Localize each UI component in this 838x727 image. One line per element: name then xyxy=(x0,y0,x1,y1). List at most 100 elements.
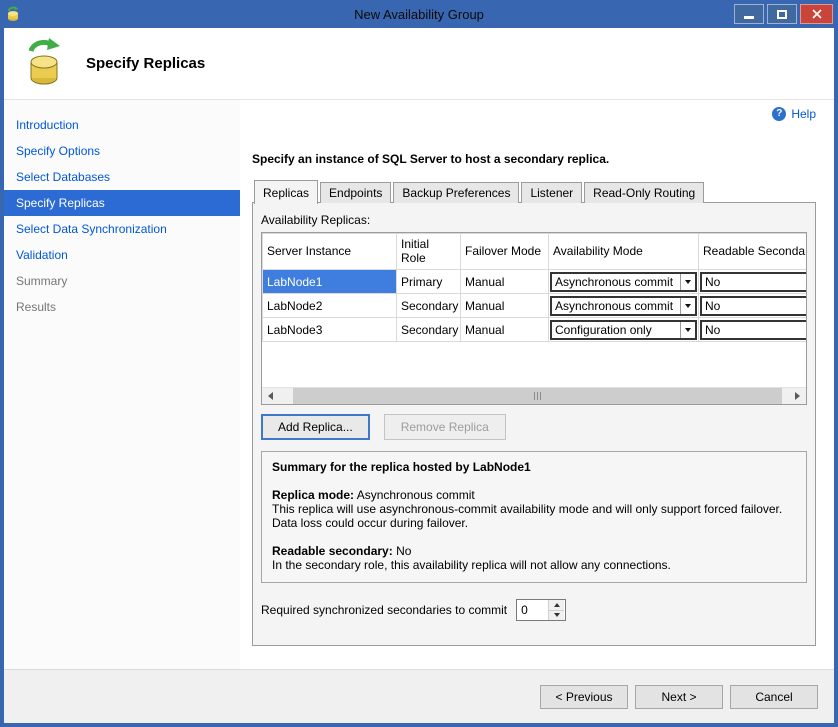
grid-viewport: Server Instance Initial Role Failover Mo… xyxy=(262,233,806,387)
cell-initial-role[interactable]: Secondary xyxy=(397,294,461,318)
column-header-failover-mode[interactable]: Failover Mode xyxy=(461,234,549,270)
minimize-icon xyxy=(744,16,754,19)
window-frame: Specify Replicas Introduction Specify Op… xyxy=(0,28,838,727)
readable-secondary-line: Readable secondary: No xyxy=(272,544,796,558)
availability-group-icon xyxy=(5,5,23,23)
spinner-buttons xyxy=(548,600,564,620)
page-title: Specify Replicas xyxy=(86,55,205,72)
cell-initial-role[interactable]: Primary xyxy=(397,270,461,294)
sidebar-item-specify-options[interactable]: Specify Options xyxy=(4,138,240,164)
sidebar-item-introduction[interactable]: Introduction xyxy=(4,112,240,138)
replica-mode-value: Asynchronous commit xyxy=(357,488,475,502)
table-row: LabNode1 Primary Manual Asynchronous com… xyxy=(263,270,807,294)
column-header-availability-mode[interactable]: Availability Mode xyxy=(549,234,699,270)
new-availability-group-window: New Availability Group xyxy=(0,0,838,727)
cell-availability-mode: Asynchronous commit xyxy=(549,294,699,318)
scroll-left-button[interactable] xyxy=(262,388,279,404)
wizard-header: Specify Replicas xyxy=(4,28,834,100)
tab-strip: Replicas Endpoints Backup Preferences Li… xyxy=(252,180,816,203)
readable-secondary-label: Readable secondary: xyxy=(272,544,393,558)
cell-readable-secondary: No xyxy=(699,294,807,318)
required-secondaries-spinner xyxy=(516,599,566,621)
replica-mode-description: This replica will use asynchronous-commi… xyxy=(272,502,796,530)
column-header-server-instance[interactable]: Server Instance xyxy=(263,234,397,270)
maximize-button[interactable] xyxy=(767,4,797,24)
window-title: New Availability Group xyxy=(0,7,838,22)
column-header-readable-secondary[interactable]: Readable Secondary xyxy=(699,234,807,270)
cell-readable-secondary: No xyxy=(699,318,807,342)
chevron-down-icon[interactable] xyxy=(680,322,695,338)
readable-secondary-description: In the secondary role, this availability… xyxy=(272,558,796,572)
cell-initial-role[interactable]: Secondary xyxy=(397,318,461,342)
tab-listener[interactable]: Listener xyxy=(521,182,582,203)
main-content: ?Help Specify an instance of SQL Server … xyxy=(240,100,834,669)
tab-backup-preferences[interactable]: Backup Preferences xyxy=(393,182,519,203)
arrow-right-icon xyxy=(795,392,800,400)
next-button[interactable]: Next > xyxy=(635,685,723,709)
availability-mode-combobox[interactable]: Asynchronous commit xyxy=(550,296,697,316)
gripper-icon xyxy=(534,392,535,400)
sidebar-item-summary: Summary xyxy=(4,268,240,294)
database-icon xyxy=(22,36,66,91)
minimize-button[interactable] xyxy=(734,4,764,24)
scroll-track[interactable] xyxy=(782,388,789,404)
spin-down-button[interactable] xyxy=(549,611,564,621)
column-header-initial-role[interactable]: Initial Role xyxy=(397,234,461,270)
required-secondaries-row: Required synchronized secondaries to com… xyxy=(261,599,807,621)
availability-mode-combobox[interactable]: Configuration only xyxy=(550,320,697,340)
readable-secondary-combobox[interactable]: No xyxy=(700,320,806,340)
tab-endpoints[interactable]: Endpoints xyxy=(320,182,391,203)
arrow-up-icon xyxy=(554,603,560,607)
cell-failover-mode[interactable]: Manual xyxy=(461,270,549,294)
sidebar-item-select-databases[interactable]: Select Databases xyxy=(4,164,240,190)
help-link[interactable]: Help xyxy=(791,107,816,121)
remove-replica-button: Remove Replica xyxy=(384,414,506,440)
add-replica-button[interactable]: Add Replica... xyxy=(261,414,370,440)
required-secondaries-input[interactable] xyxy=(517,600,548,620)
tab-replicas[interactable]: Replicas xyxy=(254,180,318,204)
availability-replicas-label: Availability Replicas: xyxy=(261,213,807,227)
close-button[interactable] xyxy=(800,4,833,24)
window-controls xyxy=(731,4,833,24)
wizard-body: Introduction Specify Options Select Data… xyxy=(4,100,834,669)
sidebar-item-validation[interactable]: Validation xyxy=(4,242,240,268)
summary-title: Summary for the replica hosted by LabNod… xyxy=(272,460,796,474)
help-row: ?Help xyxy=(252,106,816,126)
cell-server-instance[interactable]: LabNode2 xyxy=(263,294,397,318)
tab-read-only-routing[interactable]: Read-Only Routing xyxy=(584,182,704,203)
readable-secondary-combobox[interactable]: No xyxy=(700,272,806,292)
maximize-icon xyxy=(777,10,787,19)
availability-mode-combobox[interactable]: Asynchronous commit xyxy=(550,272,697,292)
wizard-steps-sidebar: Introduction Specify Options Select Data… xyxy=(4,100,240,669)
replica-buttons-row: Add Replica... Remove Replica xyxy=(261,414,807,440)
titlebar: New Availability Group xyxy=(0,0,838,28)
previous-button[interactable]: < Previous xyxy=(540,685,628,709)
sidebar-item-specify-replicas[interactable]: Specify Replicas xyxy=(4,190,240,216)
instruction-text: Specify an instance of SQL Server to hos… xyxy=(252,152,816,166)
horizontal-scrollbar[interactable] xyxy=(262,387,806,404)
table-row: LabNode3 Secondary Manual Configuration … xyxy=(263,318,807,342)
table-header-row: Server Instance Initial Role Failover Mo… xyxy=(263,234,807,270)
close-icon xyxy=(812,9,822,19)
replica-summary-box: Summary for the replica hosted by LabNod… xyxy=(261,451,807,583)
cell-server-instance[interactable]: LabNode1 xyxy=(263,270,397,294)
replica-mode-label: Replica mode: xyxy=(272,488,354,502)
readable-secondary-combobox[interactable]: No xyxy=(700,296,806,316)
availability-replicas-grid: Server Instance Initial Role Failover Mo… xyxy=(261,232,807,405)
scroll-right-button[interactable] xyxy=(789,388,806,404)
availability-replicas-table: Server Instance Initial Role Failover Mo… xyxy=(262,233,806,342)
spin-up-button[interactable] xyxy=(549,600,564,611)
chevron-down-icon[interactable] xyxy=(680,298,695,314)
chevron-down-icon[interactable] xyxy=(680,274,695,290)
cell-server-instance[interactable]: LabNode3 xyxy=(263,318,397,342)
cell-failover-mode[interactable]: Manual xyxy=(461,318,549,342)
sidebar-item-results: Results xyxy=(4,294,240,320)
replica-mode-line: Replica mode: Asynchronous commit xyxy=(272,488,796,502)
scroll-track[interactable] xyxy=(279,388,293,404)
scroll-thumb[interactable] xyxy=(293,388,782,404)
cell-readable-secondary: No xyxy=(699,270,807,294)
cancel-button[interactable]: Cancel xyxy=(730,685,818,709)
replicas-tab-panel: Availability Replicas: Server Instance I… xyxy=(252,202,816,646)
cell-failover-mode[interactable]: Manual xyxy=(461,294,549,318)
sidebar-item-select-data-synchronization[interactable]: Select Data Synchronization xyxy=(4,216,240,242)
